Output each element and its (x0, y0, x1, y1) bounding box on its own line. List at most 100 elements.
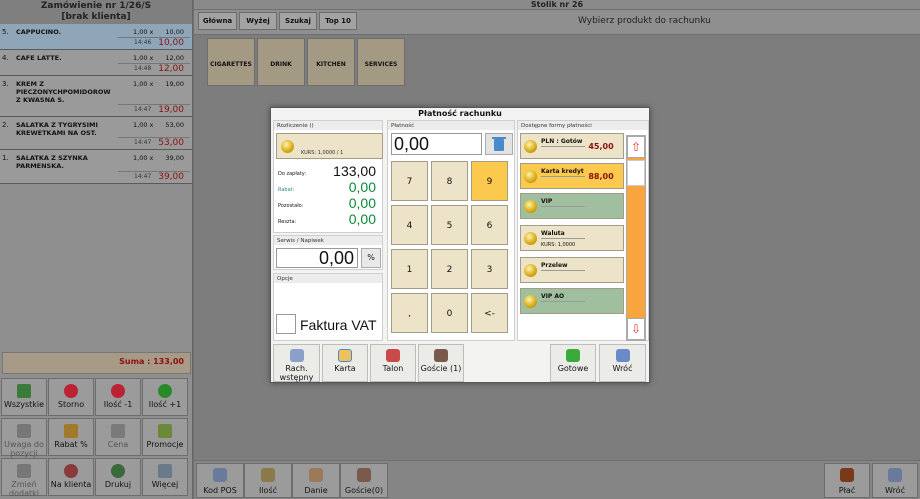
category-cigarettes[interactable]: CIGARETTES (207, 38, 255, 86)
category-kitchen[interactable]: KITCHEN (307, 38, 355, 86)
storno-button[interactable]: Storno (48, 378, 94, 416)
tip-section: Serwis / Napiwek 0,00 % (273, 235, 383, 270)
discount-button[interactable]: Rabat % (48, 418, 94, 456)
key-1[interactable]: 1 (391, 249, 428, 289)
method-credit-card[interactable]: Karta kredyt 88,00 (520, 163, 624, 189)
note-icon (17, 424, 31, 438)
key-3[interactable]: 3 (471, 249, 508, 289)
pos-icon (213, 468, 227, 482)
payment-dialog: Płatność rachunku Rozliczenie () KURS: 1… (270, 107, 650, 383)
key-9[interactable]: 9 (471, 161, 508, 201)
order-item[interactable]: 3. KREM Z PIECZONYCHPOMIDOROW Z KWASNA S… (0, 76, 192, 117)
amount-due: 133,00 (333, 163, 376, 179)
order-item[interactable]: 1. SALATKA Z SZYNKA PARMENSKA. 1,00 x 39… (0, 150, 192, 184)
method-vip[interactable]: VIP (520, 193, 624, 219)
item-note-button[interactable]: Uwaga do pozycji (1, 418, 47, 458)
guests-button[interactable]: Goście(0) (340, 463, 388, 498)
category-drink[interactable]: DRINK (257, 38, 305, 86)
nav-search-button[interactable]: Szukaj (279, 12, 317, 30)
coins-icon (524, 140, 537, 153)
scroll-down-button[interactable]: ⇩ (627, 318, 645, 340)
dialog-back-button[interactable]: Wróć (599, 344, 646, 382)
select-all-button[interactable]: Wszystkie (1, 378, 47, 416)
scroll-thumb[interactable] (627, 160, 645, 186)
key-7[interactable]: 7 (391, 161, 428, 201)
dish-button[interactable]: Danie (292, 463, 340, 498)
coins-icon (281, 140, 294, 153)
done-button[interactable]: Gotowe (550, 344, 596, 382)
guests-dialog-button[interactable]: Goście (1) (418, 344, 464, 382)
nav-up-button[interactable]: Wyżej (239, 12, 277, 30)
card-button[interactable]: Karta (322, 344, 368, 382)
order-item[interactable]: 5. CAPPUCINO. 1,00 x 10,00 14:46 10,00 (0, 24, 192, 50)
person-icon (64, 464, 78, 478)
discount-value: 0,00 (348, 179, 376, 195)
instruction-text: Wybierz produkt do rachunku (578, 16, 711, 26)
order-header: Zamówienie nr 1/26/S [brak klienta] (0, 0, 192, 24)
order-item[interactable]: 2. SALATKA Z TYGRYSIMI KREWETKAMI NA OST… (0, 117, 192, 150)
pos-code-button[interactable]: Kod POS (196, 463, 244, 498)
vat-invoice-label: Faktura VAT (300, 317, 377, 333)
order-client[interactable]: [brak klienta] (0, 12, 192, 23)
price-button[interactable]: Cena (95, 418, 141, 456)
promo-icon (158, 424, 172, 438)
coins-icon (524, 264, 537, 277)
checkmark-icon (566, 349, 580, 362)
pre-bill-button[interactable]: Rach. wstępny (273, 344, 320, 382)
pen-icon (111, 424, 125, 438)
category-services[interactable]: SERVICES (357, 38, 405, 86)
coins-icon (524, 170, 537, 183)
voucher-icon (386, 349, 400, 362)
vat-invoice-checkbox[interactable] (276, 314, 296, 334)
pay-button[interactable]: Płać (824, 463, 870, 498)
minus-icon (111, 384, 125, 398)
nav-main-button[interactable]: Główna (198, 12, 237, 30)
voucher-button[interactable]: Talon (370, 344, 416, 382)
currency-button[interactable]: KURS: 1,0000 / 1 (276, 133, 383, 159)
key-comma[interactable]: , (391, 293, 428, 333)
key-0[interactable]: 0 (431, 293, 468, 333)
scroll-up-button[interactable]: ⇧ (627, 136, 645, 158)
method-cash-pln[interactable]: PLN : Gotów 45,00 (520, 133, 624, 159)
guests-icon (357, 468, 371, 482)
quantity-button[interactable]: Ilość (244, 463, 292, 498)
back-arrow-icon (888, 468, 902, 482)
method-currency[interactable]: Waluta KURS: 1,0000 (520, 225, 624, 251)
item-name: CAFE LATTE. (16, 54, 62, 62)
key-2[interactable]: 2 (431, 249, 468, 289)
key-backspace[interactable]: <- (471, 293, 508, 333)
method-transfer[interactable]: Przelew (520, 257, 624, 283)
print-button[interactable]: Drukuj (95, 458, 141, 496)
more-button[interactable]: Więcej (142, 458, 188, 496)
key-4[interactable]: 4 (391, 205, 428, 245)
remaining-value: 0,00 (348, 195, 376, 211)
payment-methods-section: Dostępne formy płatności PLN : Gotów 45,0… (517, 120, 649, 341)
more-icon (158, 464, 172, 478)
discount-icon (64, 424, 78, 438)
payment-amount-input[interactable]: 0,00 (391, 133, 482, 155)
coins-icon (524, 232, 537, 245)
qty-minus-button[interactable]: Ilość -1 (95, 378, 141, 416)
addons-icon (17, 464, 31, 478)
checklist-icon (17, 384, 31, 398)
clear-button[interactable] (485, 133, 513, 155)
qty-plus-button[interactable]: Ilość +1 (142, 378, 188, 416)
change-addons-button[interactable]: Zmień dodatki (1, 458, 47, 498)
tip-input[interactable]: 0,00 (276, 248, 358, 268)
key-6[interactable]: 6 (471, 205, 508, 245)
nav-top10-button[interactable]: Top 10 (319, 12, 357, 30)
back-button[interactable]: Wróć (872, 463, 918, 498)
promotions-button[interactable]: Promocje (142, 418, 188, 456)
scale-icon (261, 468, 275, 482)
coins-icon (524, 295, 537, 308)
methods-scrollbar[interactable]: ⇧ ⇩ (626, 135, 646, 341)
key-8[interactable]: 8 (431, 161, 468, 201)
item-name: SALATKA Z SZYNKA PARMENSKA. (16, 154, 88, 170)
method-vip-ao[interactable]: VIP AO (520, 288, 624, 314)
tip-percent-button[interactable]: % (361, 248, 381, 268)
to-client-button[interactable]: Na klienta (48, 458, 94, 496)
key-5[interactable]: 5 (431, 205, 468, 245)
order-item[interactable]: 4. CAFE LATTE. 1,00 x 12,00 14:48 12,00 (0, 50, 192, 76)
trash-icon (492, 137, 506, 151)
table-title: Stolik nr 26 (194, 0, 920, 9)
